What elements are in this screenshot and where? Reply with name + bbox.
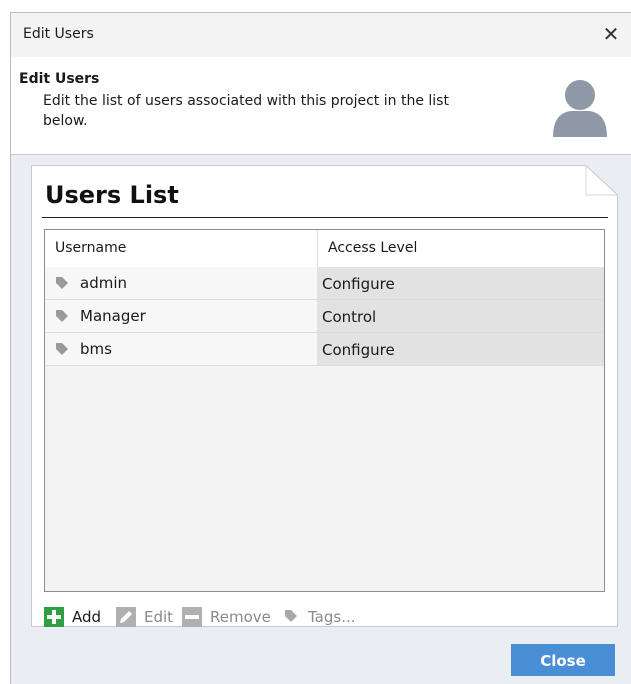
table-row[interactable]: admin Configure bbox=[45, 267, 604, 300]
column-header-access-level[interactable]: Access Level bbox=[317, 230, 604, 267]
edit-users-dialog: Edit Users ✕ Edit Users Edit the list of… bbox=[10, 12, 631, 684]
title-bar: Edit Users ✕ bbox=[11, 13, 631, 57]
table-header: Username Access Level bbox=[45, 230, 604, 267]
add-button[interactable]: Add bbox=[44, 605, 108, 629]
username-text: Manager bbox=[80, 307, 146, 325]
tag-icon bbox=[285, 610, 297, 622]
username-cell: Manager bbox=[45, 300, 317, 332]
list-toolbar: Add Edit Remove Tags... bbox=[44, 605, 604, 629]
close-window-button[interactable]: ✕ bbox=[597, 20, 625, 48]
table-row[interactable]: Manager Control bbox=[45, 300, 604, 333]
access-level-cell: Control bbox=[317, 300, 604, 332]
pencil-icon bbox=[116, 607, 136, 627]
username-cell: bms bbox=[45, 333, 317, 365]
table-row[interactable]: bms Configure bbox=[45, 333, 604, 366]
tag-icon bbox=[56, 277, 68, 289]
users-table: Username Access Level admin Configure Ma… bbox=[44, 229, 605, 592]
users-list-heading: Users List bbox=[45, 181, 179, 209]
tag-icon bbox=[56, 310, 68, 322]
tag-icon bbox=[56, 343, 68, 355]
username-text: admin bbox=[80, 274, 127, 292]
heading-divider bbox=[42, 217, 608, 218]
user-silhouette-icon bbox=[553, 80, 607, 137]
username-text: bms bbox=[80, 340, 112, 358]
header-title: Edit Users bbox=[19, 71, 100, 87]
remove-label: Remove bbox=[210, 608, 271, 626]
users-list-card: Users List Username Access Level admin C… bbox=[31, 165, 618, 627]
header-panel: Edit Users Edit the list of users associ… bbox=[11, 57, 631, 155]
close-button[interactable]: Close bbox=[511, 644, 615, 676]
add-label: Add bbox=[72, 608, 102, 626]
plus-icon bbox=[44, 607, 64, 627]
window-title: Edit Users bbox=[23, 26, 94, 42]
access-level-cell: Configure bbox=[317, 267, 604, 299]
edit-label: Edit bbox=[144, 608, 174, 626]
remove-button[interactable]: Remove bbox=[182, 605, 280, 629]
edit-button[interactable]: Edit bbox=[116, 605, 176, 629]
close-icon: ✕ bbox=[602, 22, 620, 46]
tags-button[interactable]: Tags... bbox=[284, 605, 374, 629]
column-header-username[interactable]: Username bbox=[45, 230, 317, 267]
username-cell: admin bbox=[45, 267, 317, 299]
left-window-edge bbox=[0, 0, 10, 684]
access-level-cell: Configure bbox=[317, 333, 604, 365]
minus-icon bbox=[182, 607, 202, 627]
tags-label: Tags... bbox=[308, 608, 356, 626]
header-description: Edit the list of users associated with t… bbox=[43, 93, 449, 129]
